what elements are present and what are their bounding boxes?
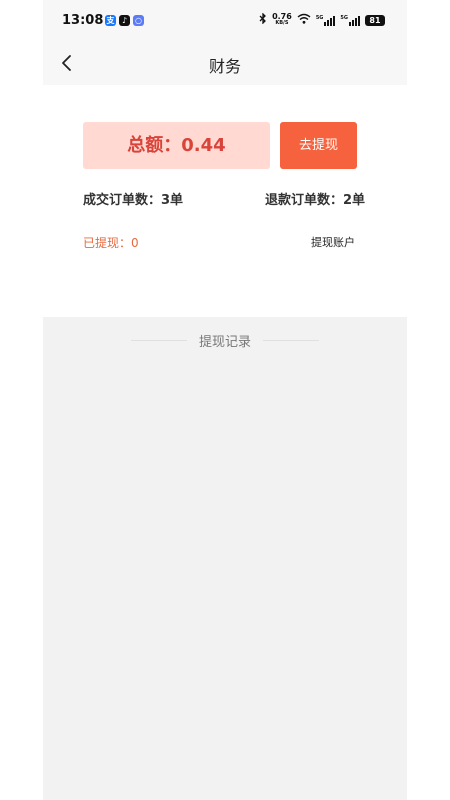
douyin-icon: ♪ — [119, 15, 130, 26]
wifi-icon — [297, 13, 311, 27]
deal-orders-count: 成交订单数：3单 — [83, 193, 184, 208]
signal-icon: 5G — [316, 15, 336, 26]
clock: 13:08 — [62, 13, 104, 28]
refund-orders-count: 退款订单数：2单 — [265, 193, 366, 208]
records-title: 提现记录 — [198, 335, 251, 350]
bluetooth-icon — [259, 12, 267, 27]
total-amount: 总额：0.44 — [83, 122, 270, 169]
nav-bar: 财务 — [43, 42, 407, 85]
page-title: 财务 — [208, 57, 241, 76]
records-header: 提现记录 — [43, 331, 407, 350]
signal-icon-2: 5G — [340, 15, 360, 26]
withdraw-button[interactable]: 去提现 — [280, 122, 357, 169]
divider — [263, 340, 319, 341]
notification-icons: 支 ♪ ○ — [105, 15, 144, 26]
browser-icon: ○ — [133, 15, 144, 26]
network-speed: 0.76 KB/S — [272, 12, 292, 27]
battery-icon: 81 — [365, 14, 385, 26]
withdrawn-amount: 已提现：0 — [83, 236, 139, 250]
alipay-icon: 支 — [105, 15, 116, 26]
finance-screen: 13:08 支 ♪ ○ 0.76 KB/S 5G 5G 81 财务 总额：0.4… — [43, 0, 407, 800]
system-status: 0.76 KB/S 5G 5G 81 — [259, 12, 385, 27]
status-bar: 13:08 支 ♪ ○ 0.76 KB/S 5G 5G 81 — [43, 0, 407, 42]
divider — [130, 340, 187, 341]
withdraw-records-section: 提现记录 — [43, 317, 407, 800]
withdraw-account-link[interactable]: 提现账户 — [311, 234, 355, 250]
